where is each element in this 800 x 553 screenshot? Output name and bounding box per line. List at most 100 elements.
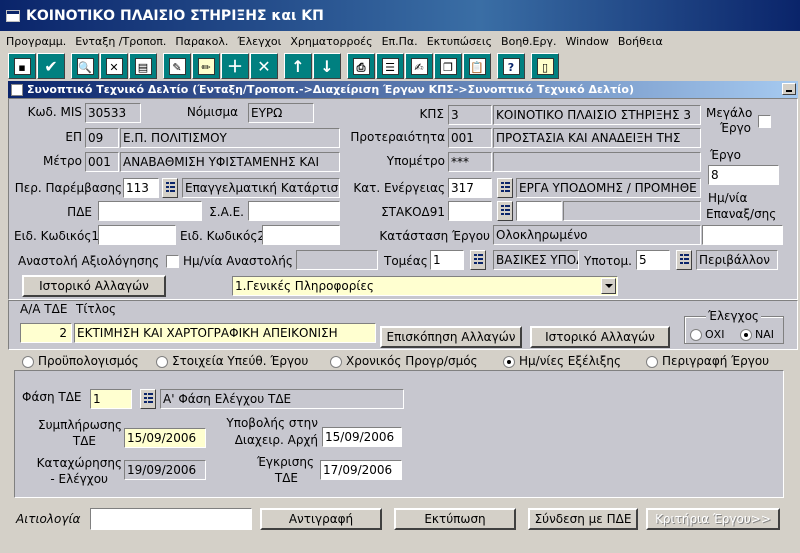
- cancel-query-button[interactable]: ✕: [100, 53, 128, 79]
- menu-item-cashflows[interactable]: Χρηματορροές: [290, 35, 372, 48]
- query-button[interactable]: 🔍: [71, 53, 99, 79]
- copy-button[interactable]: ❐: [434, 53, 462, 79]
- kps-code-field[interactable]: 3: [448, 105, 492, 125]
- section-select[interactable]: 1.Γενικές Πληροφορίες: [232, 276, 618, 296]
- link-pde-button[interactable]: Σύνδεση με ΠΔΕ: [528, 508, 638, 530]
- project-criteria-button[interactable]: Κριτήρια Έργου>>: [646, 508, 780, 530]
- help-icon: ?: [502, 57, 520, 75]
- tde-aa-field[interactable]: 2: [20, 323, 72, 343]
- pencil-button[interactable]: ✏: [192, 53, 220, 79]
- big-project-label-2: Έργο: [720, 121, 752, 135]
- ep-code-field[interactable]: 09: [85, 128, 119, 148]
- special-code1-field[interactable]: [98, 225, 176, 245]
- menu-item-checks[interactable]: Έλεγχοι: [237, 35, 281, 48]
- menu-item-inclusion[interactable]: Ενταξη /Τροποπ.: [75, 35, 166, 48]
- stakod-code-field[interactable]: [448, 201, 492, 221]
- stakod-name-field[interactable]: [563, 201, 701, 221]
- reconfirm-label-1: Ημ/νία: [708, 191, 748, 205]
- project-field[interactable]: 8: [708, 165, 779, 185]
- stakod-subcode-field[interactable]: [516, 201, 562, 221]
- menu-item-prints[interactable]: Εκτυπώσεις: [427, 35, 492, 48]
- registration-date-field[interactable]: 19/09/2006: [124, 460, 206, 480]
- submission-label-1: Υποβολής στην: [226, 416, 318, 430]
- justification-field[interactable]: [90, 508, 252, 530]
- tab-schedule-radio[interactable]: [330, 356, 342, 368]
- tde-title-field[interactable]: ΕΚΤΙΜΗΣΗ ΚΑΙ ΧΑΡΤΟΓΡΑΦΙΚΗ ΑΠΕΙΚΟΝΙΣΗ: [74, 323, 376, 343]
- ep-name-field[interactable]: Ε.Π. ΠΟΛΙΤΙΣΜΟΥ: [120, 128, 340, 148]
- chevron-down-icon[interactable]: [601, 278, 616, 294]
- exit-button[interactable]: ▯: [531, 53, 559, 79]
- suspension-checkbox[interactable]: [166, 255, 179, 268]
- priority-code-field[interactable]: 001: [448, 128, 492, 148]
- measure-name-field[interactable]: ΑΝΑΒΑΘΜΙΣΗ ΥΦΙΣΤΑΜΕΝΗΣ ΚΑΙ: [120, 152, 340, 172]
- phase-name-field[interactable]: Α' Φάση Ελέγχου ΤΔΕ: [160, 389, 404, 409]
- tab-description-radio[interactable]: [646, 356, 658, 368]
- sector-lov-button[interactable]: [470, 250, 486, 270]
- activity-name-field[interactable]: ΕΡΓΑ ΥΠΟΔΟΜΗΣ / ΠΡΟΜΗΘΕ: [516, 178, 701, 198]
- suspension-date-field[interactable]: [296, 250, 378, 270]
- menu-item-programming[interactable]: Προγραμμ.: [6, 35, 66, 48]
- intervention-lov-button[interactable]: [162, 178, 178, 198]
- accept-button[interactable]: ✔: [37, 53, 65, 79]
- help-button[interactable]: ?: [497, 53, 525, 79]
- phase-lov-button[interactable]: [140, 389, 156, 409]
- tab-progress-dates-radio[interactable]: [503, 356, 515, 368]
- activity-lov-button[interactable]: [497, 178, 513, 198]
- execute-query-button[interactable]: ▤: [129, 53, 157, 79]
- reconfirm-label-2: Επαναξ/σης: [706, 207, 777, 221]
- save-button[interactable]: ▪: [8, 53, 36, 79]
- history-button[interactable]: Ιστορικό Αλλαγών: [22, 275, 166, 297]
- check-yes-radio[interactable]: [740, 329, 752, 341]
- menu-item-auxiliary[interactable]: Βοηθ.Εργ.: [501, 35, 556, 48]
- list-values-button[interactable]: ☰: [376, 53, 404, 79]
- subsector-code-field[interactable]: 5: [636, 250, 670, 270]
- subsector-lov-button[interactable]: [676, 250, 692, 270]
- intervention-code-field[interactable]: 113: [123, 178, 159, 198]
- menu-item-monitoring[interactable]: Παρακολ.: [175, 35, 228, 48]
- reconfirm-date-field[interactable]: [702, 225, 783, 245]
- subsector-name-field[interactable]: Περιβάλλον: [696, 250, 778, 270]
- submeasure-name-field[interactable]: [493, 152, 701, 172]
- tab-budget-radio[interactable]: [22, 356, 34, 368]
- menu-item-eppa[interactable]: Επ.Πα.: [382, 35, 418, 48]
- submeasure-code-field[interactable]: ***: [448, 152, 492, 172]
- submission-date-field[interactable]: 15/09/2006: [322, 427, 402, 447]
- stakod-lov-button[interactable]: [497, 201, 513, 221]
- check-no-radio[interactable]: [690, 329, 702, 341]
- sector-name-field[interactable]: ΒΑΣΙΚΕΣ ΥΠΟΔΟΜΕΣ: [493, 250, 579, 270]
- measure-code-field[interactable]: 001: [85, 152, 119, 172]
- big-project-checkbox[interactable]: [758, 115, 771, 128]
- tde-history-button[interactable]: Ιστορικό Αλλαγών: [530, 326, 670, 348]
- kps-name-field[interactable]: ΚΟΙΝΟΤΙΚΟ ΠΛΑΙΣΙΟ ΣΤΗΡΙΞΗΣ 3: [493, 105, 701, 125]
- menu-item-window[interactable]: Window: [565, 35, 608, 48]
- edit-field-button[interactable]: ✍: [405, 53, 433, 79]
- special-code1-label: Ειδ. Κωδικός1: [14, 229, 100, 243]
- tab-responsible-radio[interactable]: [156, 356, 168, 368]
- project-status-field[interactable]: Ολοκληρωμένο: [493, 225, 701, 245]
- approval-date-field[interactable]: 17/09/2006: [320, 460, 402, 480]
- priority-name-field[interactable]: ΠΡΟΣΤΑΣΙΑ ΚΑΙ ΑΝΑΔΕΙΞΗ ΤΗΣ: [493, 128, 701, 148]
- delete-record-button[interactable]: ✕: [250, 53, 278, 79]
- execute-query-icon: ▤: [134, 57, 152, 75]
- intervention-name-field[interactable]: Επαγγελματική Κατάρτιση: [182, 178, 340, 198]
- mis-field[interactable]: 30533: [85, 103, 141, 123]
- phase-code-field[interactable]: 1: [90, 389, 132, 409]
- sae-field[interactable]: [248, 201, 340, 221]
- minimize-button[interactable]: [782, 83, 796, 95]
- edit-record-button[interactable]: ✎: [163, 53, 191, 79]
- next-record-button[interactable]: ↓: [313, 53, 341, 79]
- pde-field[interactable]: [98, 201, 202, 221]
- currency-field[interactable]: ΕΥΡΩ: [248, 103, 314, 123]
- review-changes-button[interactable]: Επισκόπηση Αλλαγών: [380, 326, 522, 348]
- insert-record-button[interactable]: ＋: [221, 53, 249, 79]
- print-record-button[interactable]: Εκτύπωση: [394, 508, 516, 530]
- special-code2-field[interactable]: [262, 225, 340, 245]
- copy-record-button[interactable]: Αντιγραφή: [260, 508, 382, 530]
- paste-button[interactable]: 📋: [463, 53, 491, 79]
- previous-record-button[interactable]: ↑: [284, 53, 312, 79]
- menu-item-help[interactable]: Βοήθεια: [618, 35, 663, 48]
- activity-code-field[interactable]: 317: [448, 178, 492, 198]
- sector-code-field[interactable]: 1: [430, 250, 464, 270]
- completion-date-field[interactable]: 15/09/2006: [124, 428, 206, 448]
- print-button[interactable]: ⎙: [347, 53, 375, 79]
